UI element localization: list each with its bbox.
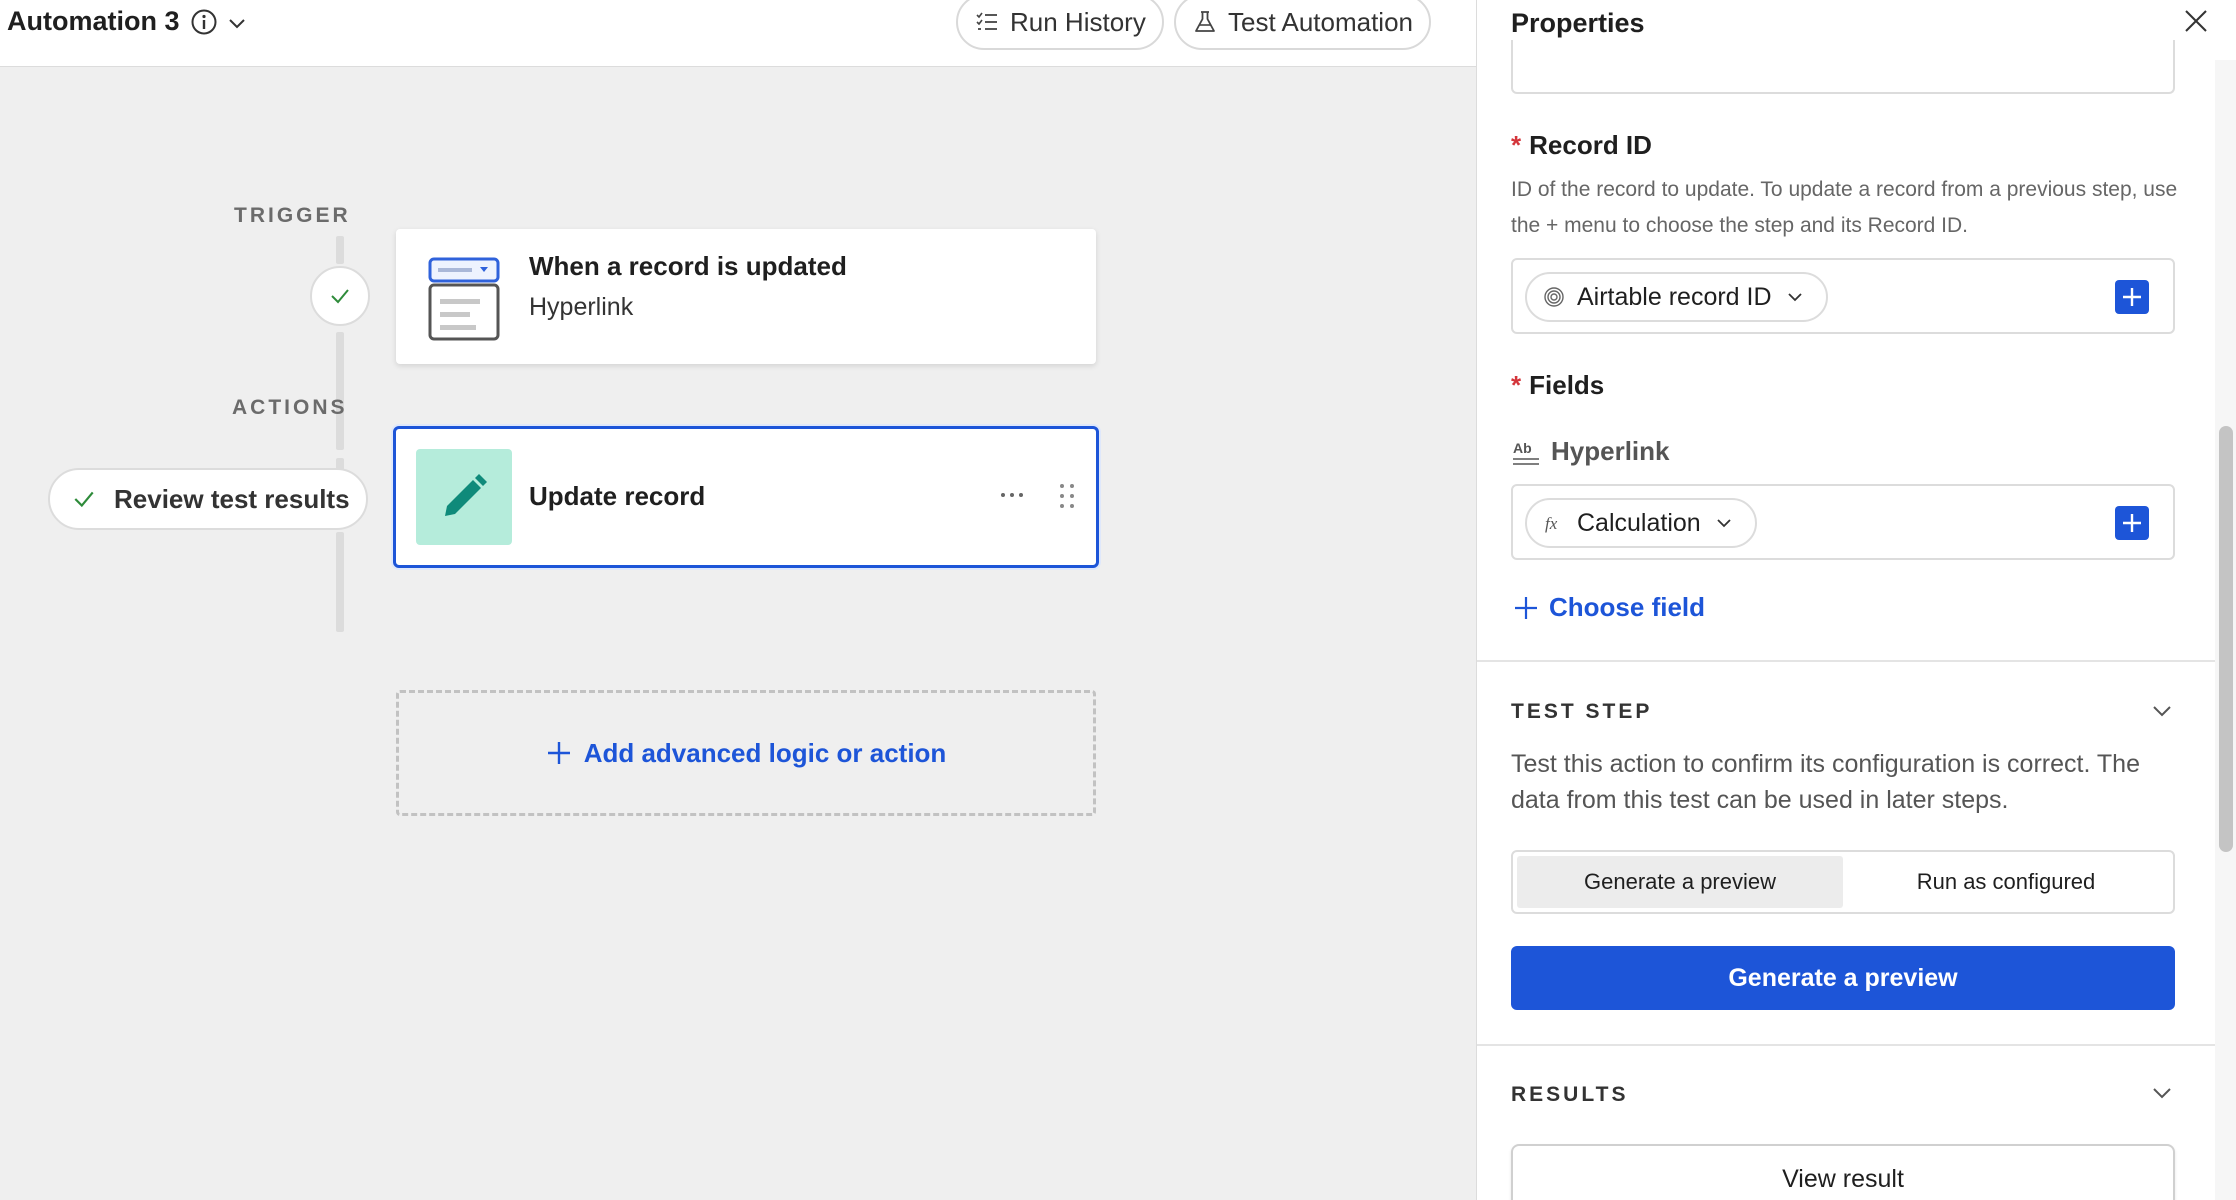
hyperlink-value-input[interactable]: fx Calculation: [1511, 484, 2175, 560]
view-result-button[interactable]: View result: [1511, 1144, 2175, 1200]
tab-generate-preview[interactable]: Generate a preview: [1517, 856, 1843, 908]
test-automation-button[interactable]: Test Automation: [1174, 0, 1431, 50]
plus-icon: [547, 742, 570, 764]
pencil-icon: [445, 474, 487, 516]
plus-icon: [2123, 514, 2141, 532]
flask-icon: [1195, 11, 1215, 32]
trigger-status: [310, 266, 370, 326]
hyperlink-field-label: Ab Hyperlink: [1513, 436, 1670, 466]
tab-run-as-configured[interactable]: Run as configured: [1843, 856, 2169, 908]
fingerprint-icon: [1544, 287, 1564, 307]
plus-icon: [1515, 596, 1537, 619]
connector-line: [336, 532, 344, 632]
panel-title: Properties: [1511, 8, 1645, 38]
chevron-down-icon[interactable]: [2149, 1080, 2175, 1106]
record-id-token-label: Airtable record ID: [1577, 282, 1772, 311]
workflow-canvas: TRIGGER ACTIONS Review test results When…: [0, 68, 1476, 1200]
record-id-help: ID of the record to update. To update a …: [1511, 178, 2178, 237]
update-record-card[interactable]: Update record: [393, 426, 1099, 568]
check-icon: [74, 491, 94, 508]
record-id-input[interactable]: Airtable record ID: [1511, 258, 2175, 334]
actions-section-label: ACTIONS: [232, 396, 348, 419]
plus-icon: [2123, 288, 2141, 306]
calculation-token-label: Calculation: [1577, 508, 1701, 537]
pencil-tile: [416, 449, 512, 545]
properties-panel: Properties * Record ID ID of the record t…: [1476, 0, 2236, 1200]
section-divider: [1477, 1044, 2217, 1046]
check-icon: [331, 289, 349, 304]
trigger-card[interactable]: When a record is updated Hyperlink: [396, 229, 1096, 364]
results-heading: RESULTS: [1511, 1083, 1629, 1106]
record-icon: [428, 257, 500, 341]
generate-preview-button[interactable]: Generate a preview: [1511, 946, 2175, 1010]
add-advanced-logic-button[interactable]: Add advanced logic or action: [396, 690, 1096, 816]
choose-field-button[interactable]: Choose field: [1513, 592, 1705, 623]
test-step-heading: TEST STEP: [1511, 700, 1653, 723]
list-icon: [976, 12, 997, 30]
text-field-icon: Ab: [1513, 440, 1539, 465]
trigger-section-label: TRIGGER: [234, 204, 351, 227]
required-marker: *: [1511, 130, 1522, 160]
update-record-title: Update record: [529, 481, 706, 511]
section-divider: [1477, 660, 2217, 662]
required-marker: *: [1511, 370, 1522, 400]
connector-line: [336, 332, 344, 450]
trigger-card-subtitle: Hyperlink: [529, 293, 634, 321]
record-id-insert-button[interactable]: [2115, 280, 2149, 314]
scrollbar-thumb[interactable]: [2219, 426, 2233, 852]
previous-field-input[interactable]: [1511, 40, 2175, 94]
top-bar: Automation 3 Run History Test Automation: [0, 0, 1476, 67]
svg-text:Ab: Ab: [1513, 440, 1532, 456]
connector-line: [336, 236, 344, 264]
svg-text:fx: fx: [1545, 514, 1558, 533]
drag-handle-icon[interactable]: [1056, 481, 1078, 511]
trigger-card-title: When a record is updated: [529, 251, 847, 281]
panel-scrollbar[interactable]: [2215, 60, 2236, 1200]
test-automation-label: Test Automation: [1228, 6, 1413, 37]
hyperlink-insert-button[interactable]: [2115, 506, 2149, 540]
chevron-down-icon[interactable]: [2149, 698, 2175, 724]
chevron-down-icon: [1717, 519, 1731, 528]
review-test-results-button[interactable]: Review test results: [48, 468, 368, 530]
test-mode-segmented-control: Generate a preview Run as configured: [1511, 850, 2175, 914]
test-step-description: Test this action to confirm its configur…: [1511, 750, 2140, 814]
close-icon[interactable]: [2183, 8, 2209, 34]
automation-title[interactable]: Automation 3: [7, 6, 180, 37]
record-id-label: * Record ID: [1511, 130, 1652, 160]
add-advanced-logic-label: Add advanced logic or action: [583, 737, 947, 768]
formula-icon: fx: [1545, 514, 1558, 533]
info-icon[interactable]: [190, 8, 218, 36]
review-test-results-label: Review test results: [114, 483, 350, 514]
run-history-label: Run History: [1010, 6, 1146, 37]
calculation-token[interactable]: fx Calculation: [1525, 498, 1757, 548]
chevron-down-icon: [1787, 293, 1802, 302]
run-history-button[interactable]: Run History: [956, 0, 1164, 50]
record-id-token[interactable]: Airtable record ID: [1525, 272, 1828, 322]
chevron-down-icon[interactable]: [226, 12, 248, 34]
fields-label: * Fields: [1511, 370, 1605, 400]
more-icon[interactable]: [998, 485, 1026, 505]
